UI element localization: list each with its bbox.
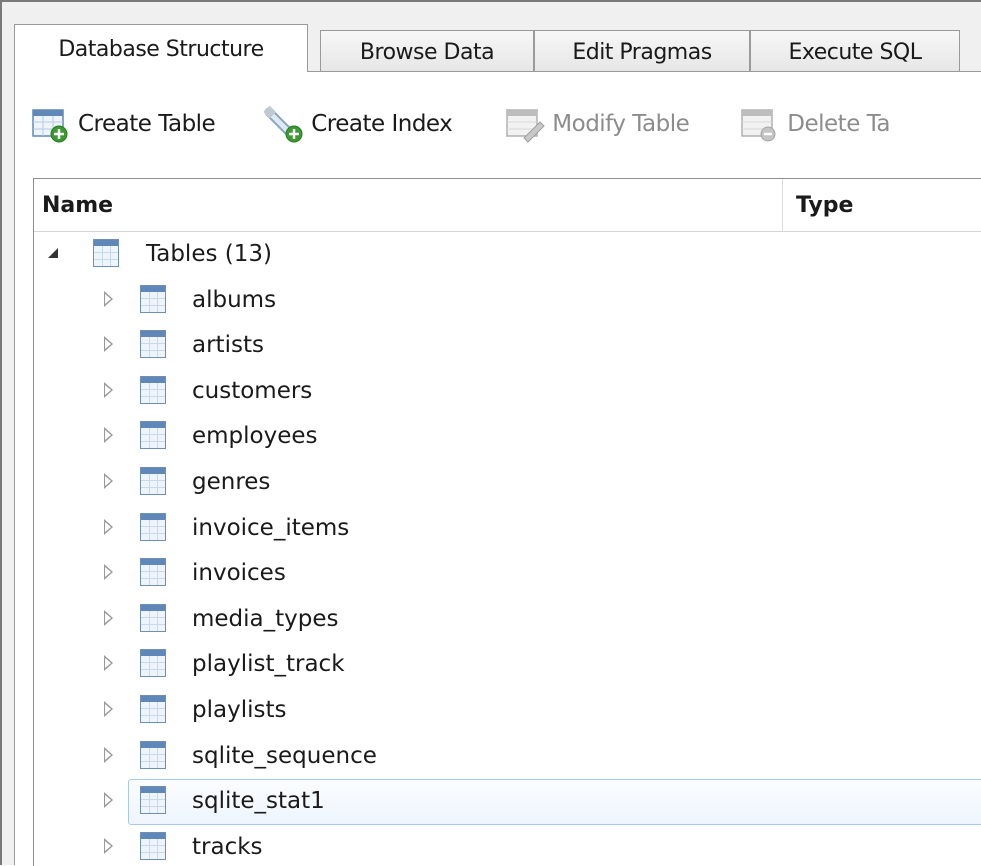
tree-header: Name Type: [34, 179, 981, 232]
table-row[interactable]: invoice_items: [34, 506, 981, 552]
table-name: sqlite_stat1: [192, 788, 325, 815]
expand-arrow-icon[interactable]: [104, 336, 113, 353]
expand-arrow-icon[interactable]: [104, 518, 113, 535]
table-icon: [140, 375, 166, 404]
table-row[interactable]: media_types: [34, 597, 981, 643]
table-row[interactable]: customers: [34, 369, 981, 415]
tables-group-row[interactable]: Tables (13): [34, 232, 981, 278]
tab-database-structure[interactable]: Database Structure: [14, 24, 308, 72]
table-icon: [140, 694, 166, 723]
table-row[interactable]: artists: [34, 323, 981, 369]
table-icon: [140, 466, 166, 495]
tab-execute-sql[interactable]: Execute SQL: [750, 30, 960, 72]
table-icon: [140, 330, 166, 359]
table-row[interactable]: invoices: [34, 551, 981, 597]
collapse-arrow-icon[interactable]: [48, 248, 58, 258]
table-name: playlist_track: [192, 651, 345, 678]
table-name: albums: [192, 286, 277, 313]
expand-arrow-icon[interactable]: [104, 746, 113, 763]
modify-table-icon: [504, 104, 548, 144]
table-name: media_types: [192, 605, 339, 632]
expand-arrow-icon[interactable]: [104, 564, 113, 581]
table-name: genres: [192, 468, 271, 495]
delete-table-icon: [739, 104, 783, 144]
create-table-icon: [30, 104, 74, 144]
column-separator[interactable]: [782, 179, 783, 231]
table-icon: [140, 831, 166, 860]
expand-arrow-icon[interactable]: [104, 427, 113, 444]
modify-table-button[interactable]: Modify Table: [504, 104, 690, 144]
table-name: playlists: [192, 696, 287, 723]
tab-bar: Database Structure Browse Data Edit Prag…: [14, 24, 981, 72]
expand-arrow-icon[interactable]: [104, 290, 113, 307]
table-row[interactable]: sqlite_sequence: [34, 734, 981, 780]
table-icon: [140, 603, 166, 632]
table-row[interactable]: tracks: [34, 825, 981, 866]
tables-folder-icon: [93, 239, 119, 267]
create-index-label: Create Index: [311, 111, 453, 137]
table-name: invoice_items: [192, 514, 350, 541]
schema-tree[interactable]: Name Type Tables (13) albums artists custo…: [33, 178, 981, 866]
expand-arrow-icon[interactable]: [104, 609, 113, 626]
expand-arrow-icon[interactable]: [104, 655, 113, 672]
table-name: invoices: [192, 560, 286, 587]
table-row[interactable]: employees: [34, 414, 981, 460]
create-index-icon: [263, 104, 307, 144]
table-list: albums artists customers employees genres inv…: [34, 278, 981, 866]
create-table-label: Create Table: [78, 111, 216, 137]
tables-group-label: Tables (13): [146, 241, 272, 267]
create-index-button[interactable]: Create Index: [263, 104, 453, 144]
toolbar: Create Table Create Index Modify Table D…: [30, 100, 981, 148]
table-row[interactable]: genres: [34, 460, 981, 506]
tab-browse-data[interactable]: Browse Data: [320, 30, 534, 72]
table-name: employees: [192, 423, 318, 450]
table-icon: [140, 740, 166, 769]
expand-arrow-icon[interactable]: [104, 792, 113, 809]
expand-arrow-icon[interactable]: [104, 837, 113, 854]
column-header-type[interactable]: Type: [796, 193, 853, 218]
table-name: artists: [192, 332, 264, 359]
expand-arrow-icon[interactable]: [104, 381, 113, 398]
table-icon: [140, 284, 166, 313]
tab-edit-pragmas[interactable]: Edit Pragmas: [534, 30, 750, 72]
create-table-button[interactable]: Create Table: [30, 104, 216, 144]
table-icon: [140, 421, 166, 450]
delete-table-label: Delete Ta: [787, 111, 890, 137]
table-name: sqlite_sequence: [192, 742, 377, 769]
table-icon: [140, 558, 166, 587]
table-row[interactable]: playlist_track: [34, 642, 981, 688]
table-row[interactable]: albums: [34, 278, 981, 324]
table-name: customers: [192, 377, 313, 404]
delete-table-button[interactable]: Delete Ta: [739, 104, 890, 144]
table-icon: [140, 786, 166, 815]
table-icon: [140, 512, 166, 541]
table-row[interactable]: sqlite_stat1: [34, 779, 981, 826]
column-header-name[interactable]: Name: [42, 193, 113, 218]
table-icon: [140, 649, 166, 678]
modify-table-label: Modify Table: [552, 111, 690, 137]
table-name: tracks: [192, 833, 263, 860]
table-row[interactable]: playlists: [34, 688, 981, 734]
expand-arrow-icon[interactable]: [104, 700, 113, 717]
expand-arrow-icon[interactable]: [104, 472, 113, 489]
